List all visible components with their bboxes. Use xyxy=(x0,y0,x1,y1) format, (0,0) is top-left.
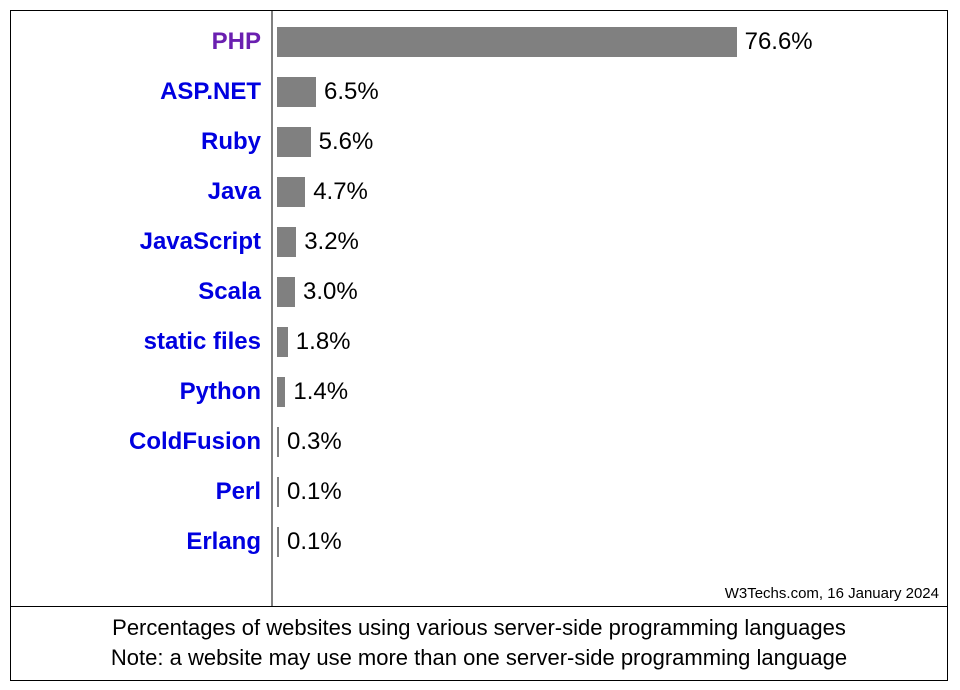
chart-frame: PHP 76.6% ASP.NET 6.5% Ruby 5.6% Java 4.7% JavaS… xyxy=(10,10,948,681)
chart-caption: Percentages of websites using various se… xyxy=(11,606,947,680)
bar-row: Scala 3.0% xyxy=(11,277,947,307)
category-link[interactable]: ASP.NET xyxy=(11,77,261,107)
bar-row: Perl 0.1% xyxy=(11,477,947,507)
bar-value-label: 0.3% xyxy=(287,427,342,457)
attribution-text: W3Techs.com, 16 January 2024 xyxy=(725,585,939,602)
category-link[interactable]: Perl xyxy=(11,477,261,507)
caption-title: Percentages of websites using various se… xyxy=(15,613,943,643)
bar xyxy=(277,227,296,257)
bar xyxy=(277,277,295,307)
bar-row: Python 1.4% xyxy=(11,377,947,407)
bar-value-label: 3.0% xyxy=(303,277,358,307)
category-link[interactable]: Python xyxy=(11,377,261,407)
bar-value-label: 0.1% xyxy=(287,527,342,557)
category-link[interactable]: Erlang xyxy=(11,527,261,557)
bar-row: Ruby 5.6% xyxy=(11,127,947,157)
bar-row: static files 1.8% xyxy=(11,327,947,357)
caption-note: Note: a website may use more than one se… xyxy=(15,643,943,673)
category-link[interactable]: Scala xyxy=(11,277,261,307)
bar-row: JavaScript 3.2% xyxy=(11,227,947,257)
bar-value-label: 4.7% xyxy=(313,177,368,207)
bar-row: ASP.NET 6.5% xyxy=(11,77,947,107)
bar-value-label: 76.6% xyxy=(745,27,813,57)
bar xyxy=(277,177,305,207)
bar xyxy=(277,477,279,507)
bar-value-label: 0.1% xyxy=(287,477,342,507)
bar xyxy=(277,427,279,457)
bar-row: Erlang 0.1% xyxy=(11,527,947,557)
bar xyxy=(277,27,737,57)
bar xyxy=(277,377,285,407)
bar-value-label: 5.6% xyxy=(319,127,374,157)
bar-value-label: 6.5% xyxy=(324,77,379,107)
bar-value-label: 1.4% xyxy=(293,377,348,407)
category-link[interactable]: Ruby xyxy=(11,127,261,157)
bar-row: PHP 76.6% xyxy=(11,27,947,57)
category-link[interactable]: static files xyxy=(11,327,261,357)
category-link[interactable]: JavaScript xyxy=(11,227,261,257)
bar xyxy=(277,327,288,357)
bar xyxy=(277,527,279,557)
bar-row: Java 4.7% xyxy=(11,177,947,207)
bar-row: ColdFusion 0.3% xyxy=(11,427,947,457)
bar xyxy=(277,127,311,157)
bar-value-label: 3.2% xyxy=(304,227,359,257)
category-link[interactable]: ColdFusion xyxy=(11,427,261,457)
category-link[interactable]: PHP xyxy=(11,27,261,57)
chart-body: PHP 76.6% ASP.NET 6.5% Ruby 5.6% Java 4.7% JavaS… xyxy=(11,11,947,606)
category-link[interactable]: Java xyxy=(11,177,261,207)
bar xyxy=(277,77,316,107)
bar-value-label: 1.8% xyxy=(296,327,351,357)
